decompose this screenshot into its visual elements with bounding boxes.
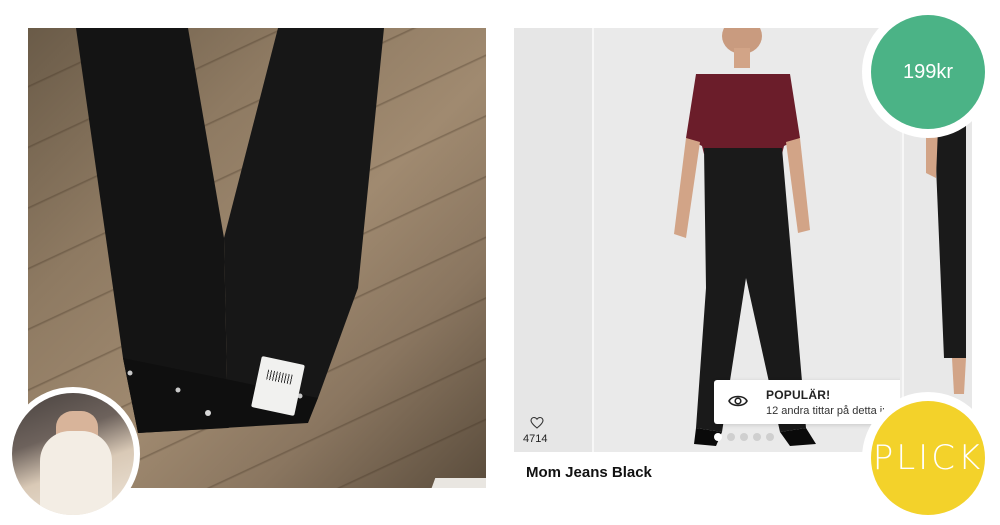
carousel-dots — [714, 433, 779, 443]
carousel-dot[interactable] — [714, 433, 722, 441]
like-count: 4714 — [523, 433, 548, 445]
product-title[interactable]: Mom Jeans Black — [526, 464, 652, 481]
plick-logo-circle: PLICK — [871, 401, 985, 515]
price-badge: 199kr — [862, 6, 994, 138]
popular-notice: POPULÄR! 12 andra tittar på detta just n… — [714, 380, 900, 424]
price-badge-circle: 199kr — [871, 15, 985, 129]
carousel-dot[interactable] — [727, 433, 735, 441]
carousel-dot[interactable] — [753, 433, 761, 441]
eye-icon — [728, 395, 748, 407]
current-slide[interactable]: POPULÄR! 12 andra tittar på detta just n… — [594, 28, 900, 452]
seller-avatar-photo — [12, 393, 134, 515]
heart-outline-icon[interactable] — [530, 416, 544, 430]
carousel-dot[interactable] — [766, 433, 774, 441]
plick-logo-badge: PLICK — [862, 392, 994, 524]
previous-slide[interactable] — [514, 28, 594, 452]
price-text: 199kr — [902, 60, 954, 83]
plick-logo-text: PLICK — [872, 438, 984, 478]
carousel-dot[interactable] — [740, 433, 748, 441]
seller-avatar[interactable] — [6, 387, 140, 521]
popular-title: POPULÄR! — [766, 388, 831, 402]
